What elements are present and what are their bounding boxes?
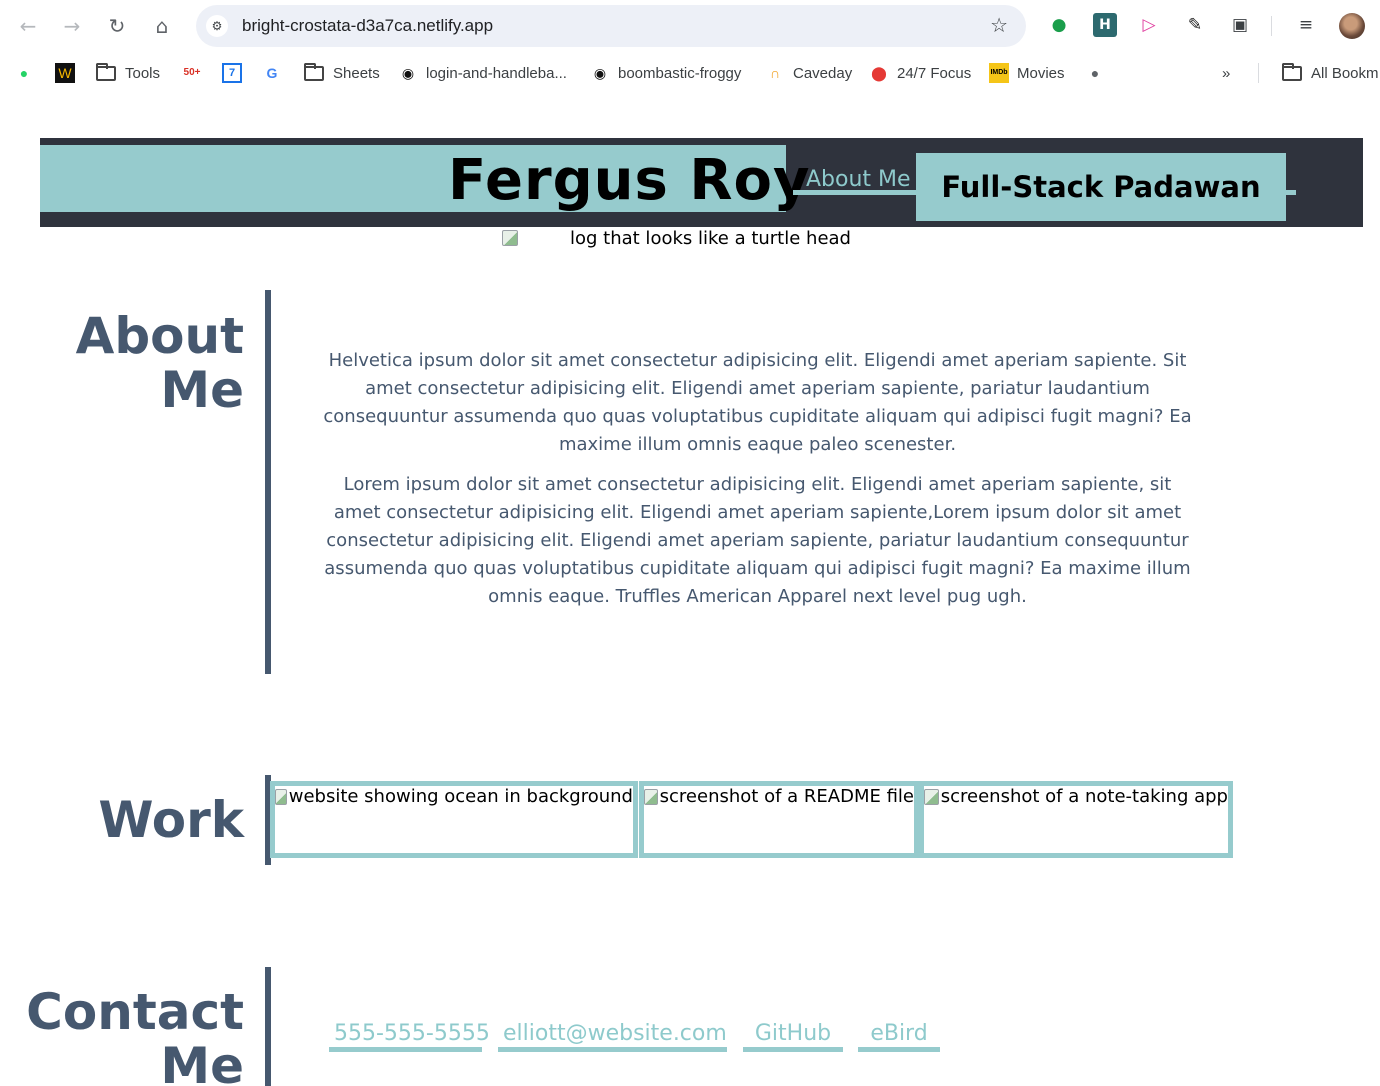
home-icon[interactable]: ⌂: [148, 12, 176, 40]
github-icon: ◉: [593, 65, 607, 81]
whatsapp-icon: ●: [19, 65, 29, 81]
site-settings-icon[interactable]: ⚙: [206, 15, 228, 37]
media-queue-icon[interactable]: ≡: [1294, 13, 1318, 37]
work-item-alt: screenshot of a README file: [659, 786, 914, 807]
flaticon-icon: W: [55, 63, 75, 83]
folder-icon: [1282, 62, 1302, 81]
contact-github-link[interactable]: GitHub: [743, 1020, 843, 1052]
bookmark-label: boombastic-froggy: [618, 64, 742, 82]
contact-ebird-link[interactable]: eBird: [858, 1020, 940, 1052]
about-title-line2: Me: [160, 361, 244, 419]
contact-divider: [265, 967, 271, 1086]
toolbar-divider: [1271, 16, 1272, 36]
logo-image: log that looks like a turtle head: [502, 227, 851, 249]
folder-icon: [304, 62, 324, 81]
calendar-icon: 7: [222, 63, 242, 83]
about-divider: [265, 290, 271, 674]
contact-section-title: Contact Me: [26, 985, 244, 1086]
browser-toolbar: ← → ↻ ⌂ ⚙ bright-crostata-d3a7ca.netlify…: [0, 0, 1380, 52]
github-icon: ◉: [401, 65, 415, 81]
caveday-icon: ∩: [769, 65, 781, 81]
bookmark-login-and-handlebars[interactable]: ◉ login-and-handleba...: [398, 62, 567, 84]
about-paragraph: Helvetica ipsum dolor sit amet consectet…: [323, 350, 1192, 455]
gmail-icon: 50+: [183, 67, 201, 78]
work-section-title: Work: [98, 791, 244, 849]
back-arrow-icon[interactable]: ←: [14, 12, 42, 40]
bookmark-caveday[interactable]: ∩ Caveday: [765, 62, 852, 84]
arrow-extension-icon[interactable]: ▷: [1137, 13, 1161, 37]
folder-icon: [96, 62, 116, 81]
nav-link-about-me[interactable]: About Me: [806, 164, 911, 196]
address-bar[interactable]: ⚙ bright-crostata-d3a7ca.netlify.app ☆: [196, 5, 1026, 47]
imdb-icon: IMDb: [989, 63, 1009, 83]
work-item-alt: website showing ocean in background: [288, 786, 633, 807]
puzzle-icon[interactable]: ▣: [1228, 13, 1252, 37]
bookmark-label: 24/7 Focus: [897, 64, 972, 82]
about-paragraph: Lorem ipsum dolor sit amet consectetur a…: [324, 474, 1191, 607]
bookmark-focus[interactable]: ⬤ 24/7 Focus: [869, 62, 971, 84]
about-section-title: About Me: [76, 309, 244, 417]
bookmark-folder-sheets[interactable]: Sheets: [304, 62, 380, 84]
broken-image-icon: [644, 789, 658, 805]
reload-icon[interactable]: ↻: [103, 12, 131, 40]
bookmark-flaticon[interactable]: W: [55, 62, 83, 84]
all-bookmarks-folder[interactable]: All Bookm: [1282, 62, 1379, 84]
bookmarks-divider: [1258, 63, 1259, 83]
globe-icon: ●: [1090, 65, 1100, 81]
work-item-note-app[interactable]: screenshot of a note-taking app: [919, 781, 1233, 858]
bookmark-calendar[interactable]: 7: [222, 62, 250, 84]
bookmark-label: Sheets: [333, 64, 380, 82]
focus-icon: ⬤: [871, 65, 887, 81]
job-title: Full-Stack Padawan: [916, 153, 1286, 221]
bookmark-movies[interactable]: IMDb Movies: [989, 62, 1065, 84]
bookmark-label: All Bookm: [1311, 64, 1379, 82]
about-title-line1: About: [75, 307, 244, 365]
heroku-icon[interactable]: H: [1093, 13, 1117, 37]
contact-phone-link[interactable]: 555-555-5555: [329, 1020, 490, 1052]
contact-email-link[interactable]: elliott@website.com: [498, 1020, 727, 1052]
contact-title-line1: Contact: [26, 983, 244, 1041]
bookmark-whatsapp[interactable]: ●: [14, 62, 42, 84]
eyedropper-icon[interactable]: ✎: [1183, 13, 1207, 37]
profile-avatar[interactable]: [1339, 13, 1365, 39]
bookmark-star-icon[interactable]: ☆: [990, 13, 1008, 37]
bookmark-gmail[interactable]: 50+: [182, 62, 210, 84]
contact-title-line2: Me: [160, 1037, 244, 1086]
bookmark-label: Movies: [1017, 64, 1065, 82]
bookmark-label: Tools: [125, 64, 161, 82]
bookmark-folder-tools[interactable]: Tools: [96, 62, 160, 84]
bookmarks-bar: ● W Tools 50+ 7 G Sheets ◉ login-and-hand…: [0, 52, 1380, 94]
work-item-readme[interactable]: screenshot of a README file: [639, 781, 919, 858]
broken-image-icon: [275, 789, 287, 805]
url-text[interactable]: bright-crostata-d3a7ca.netlify.app: [242, 16, 493, 36]
forward-arrow-icon[interactable]: →: [58, 12, 86, 40]
bookmark-label: login-and-handleba...: [426, 64, 567, 82]
logo-alt-text: log that looks like a turtle head: [570, 227, 851, 249]
more-bookmarks-button[interactable]: »: [1222, 62, 1230, 84]
broken-image-icon: [924, 789, 939, 805]
work-item-alt: screenshot of a note-taking app: [940, 786, 1228, 807]
translate-icon: G: [266, 65, 278, 81]
evernote-icon[interactable]: ●: [1047, 13, 1071, 37]
bookmark-globe[interactable]: ●: [1085, 62, 1113, 84]
bookmark-boombastic-froggy[interactable]: ◉ boombastic-froggy: [590, 62, 742, 84]
site-name: Fergus Roy: [448, 148, 811, 213]
work-item-ocean-site[interactable]: website showing ocean in background: [270, 781, 638, 858]
bookmark-translate[interactable]: G: [262, 62, 290, 84]
broken-image-icon: [502, 230, 518, 246]
bookmark-label: Caveday: [793, 64, 853, 82]
